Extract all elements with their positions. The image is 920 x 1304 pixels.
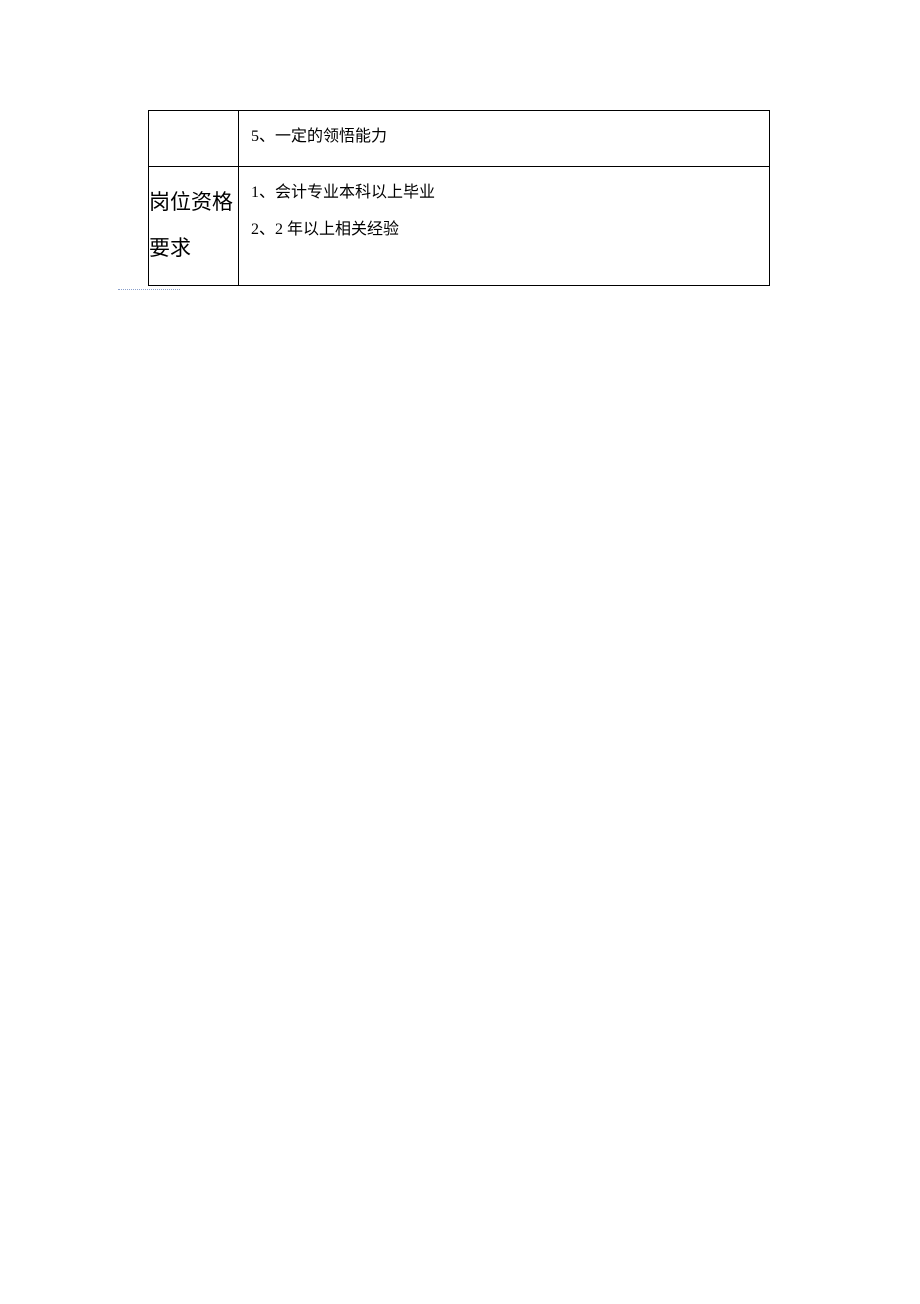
- dotted-underline-mark: [118, 288, 180, 290]
- row-label-text: 岗位资格要求: [149, 167, 238, 285]
- page-container: 5、一定的领悟能力 岗位资格要求 1、会计专业本科以上毕业 2、2 年以上相关经…: [0, 0, 920, 286]
- requirements-table: 5、一定的领悟能力 岗位资格要求 1、会计专业本科以上毕业 2、2 年以上相关经…: [148, 110, 770, 286]
- content-line: 2、2 年以上相关经验: [251, 212, 757, 249]
- row-label-cell: [149, 111, 239, 167]
- row-content-cell: 1、会计专业本科以上毕业 2、2 年以上相关经验: [239, 166, 770, 285]
- table-row: 岗位资格要求 1、会计专业本科以上毕业 2、2 年以上相关经验: [149, 166, 770, 285]
- content-line: 1、会计专业本科以上毕业: [251, 175, 757, 212]
- row-content-cell: 5、一定的领悟能力: [239, 111, 770, 167]
- table-row: 5、一定的领悟能力: [149, 111, 770, 167]
- row-label-cell: 岗位资格要求: [149, 166, 239, 285]
- content-line: 5、一定的领悟能力: [251, 119, 757, 156]
